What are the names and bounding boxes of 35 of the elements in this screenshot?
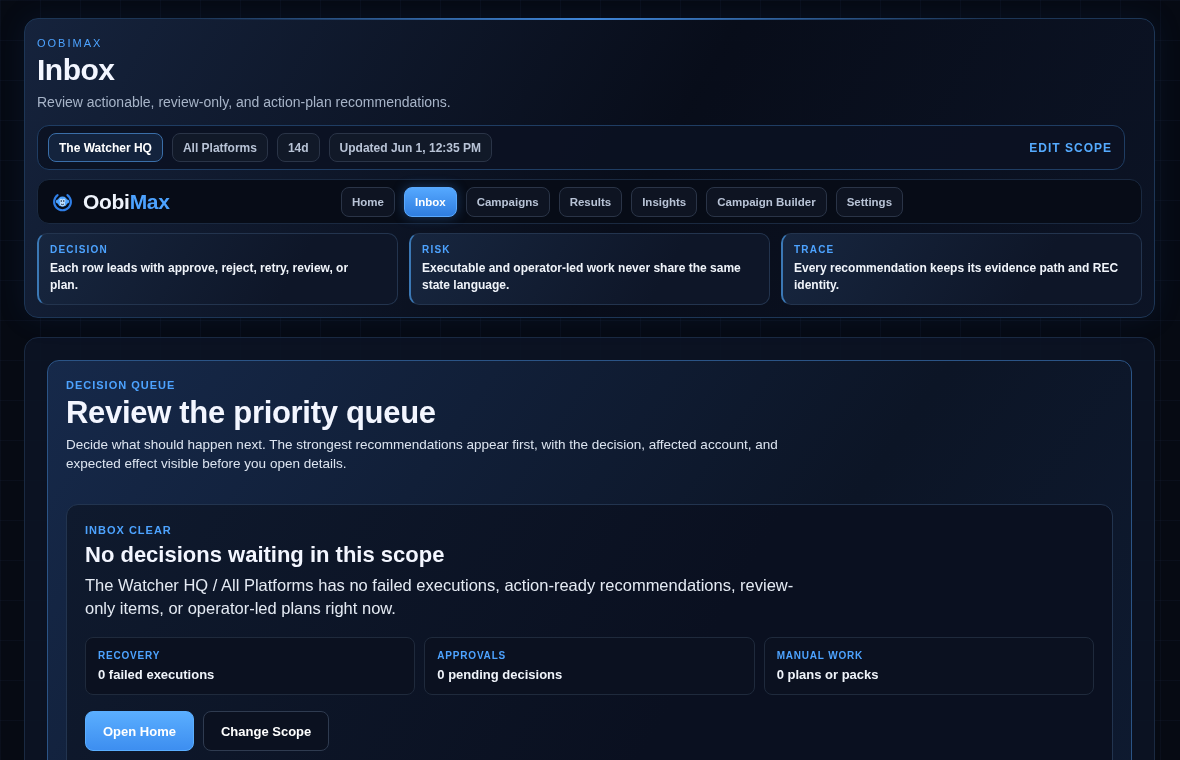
stat-value: 0 pending decisions	[437, 666, 564, 683]
nav-tab[interactable]: Settings	[835, 186, 904, 217]
stat-label: APPROVALS	[437, 649, 508, 662]
stat-value: 0 plans or packs	[776, 666, 880, 683]
principle-label: RISK	[422, 243, 452, 257]
page-title: Inbox	[37, 52, 116, 87]
section-description: Decide what should happen next. The strongest recommendations appear first, with the decision, affected account, and expected effect visible before you open details.	[66, 436, 779, 473]
nav-tab[interactable]: Home	[341, 186, 395, 217]
principle-text: Every recommendation keeps its evidence path and REC identity.	[794, 260, 1120, 294]
nav-tab[interactable]: Campaign Builder	[706, 186, 827, 217]
stat-label: RECOVERY	[98, 649, 162, 662]
section-title: Review the priority queue	[66, 395, 437, 431]
empty-state-eyebrow: INBOX CLEAR	[85, 524, 173, 536]
scope-chip[interactable]: 14d	[276, 133, 320, 162]
empty-state-title: No decisions waiting in this scope	[85, 541, 446, 569]
brand-name: OobiMax	[83, 189, 170, 214]
nav-tab[interactable]: Insights	[631, 186, 698, 217]
edit-scope-link[interactable]: EDIT SCOPE	[1029, 140, 1112, 155]
principle-label: TRACE	[794, 243, 836, 257]
monkey-face-icon	[52, 191, 73, 212]
scope-chip[interactable]: All Platforms	[171, 133, 268, 162]
stat-label: MANUAL WORK	[776, 649, 865, 662]
section-eyebrow: DECISION QUEUE	[66, 379, 177, 391]
scope-chip[interactable]: Updated Jun 1, 12:35 PM	[328, 133, 492, 162]
principle-label: DECISION	[50, 243, 109, 257]
stat-value: 0 failed executions	[98, 666, 216, 683]
nav-tab[interactable]: Results	[558, 186, 623, 217]
scope-chip[interactable]: The Watcher HQ	[48, 133, 163, 162]
action-button[interactable]: Change Scope	[202, 711, 330, 751]
app-eyebrow: OOBIMAX	[37, 36, 104, 50]
page-subtitle: Review actionable, review-only, and action-plan recommendations.	[37, 93, 452, 112]
nav-tab[interactable]: Campaigns	[465, 186, 550, 217]
principle-text: Each row leads with approve, reject, retry, review, or plan.	[50, 260, 350, 294]
principle-text: Executable and operator-led work never share the same state language.	[422, 260, 742, 294]
empty-state-message: The Watcher HQ / All Platforms has no failed executions, action-ready recommendations, review-only items, or operator-led plans right now.	[85, 575, 795, 619]
